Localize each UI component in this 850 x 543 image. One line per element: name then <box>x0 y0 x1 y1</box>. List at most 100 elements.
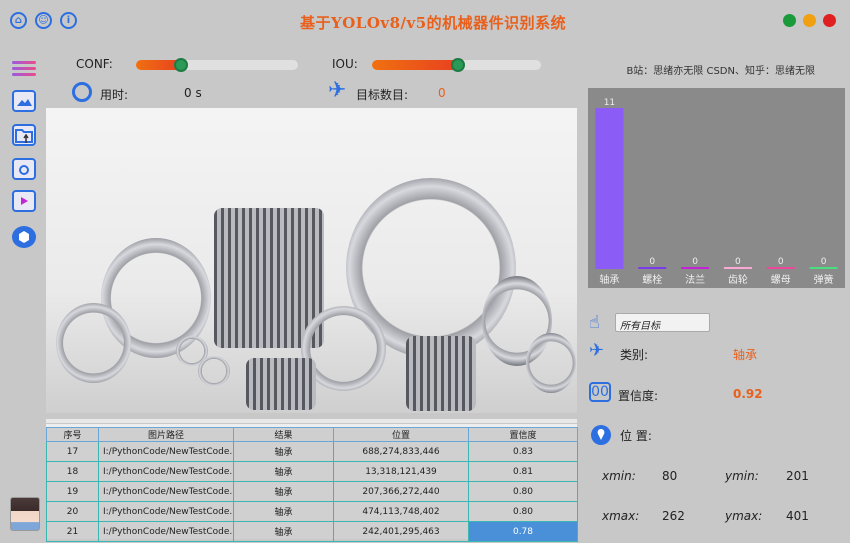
xmin-label: xmin: <box>602 469 636 483</box>
col-header[interactable]: 序号 <box>46 427 99 442</box>
table-row[interactable]: 17 I:/PythonCode/NewTestCode... 轴承 688,2… <box>46 441 578 462</box>
col-header[interactable]: 位置 <box>333 427 469 442</box>
chart-category-label-0: 轴承 <box>599 273 619 286</box>
xmax-label: xmax: <box>602 509 640 523</box>
minimize-button[interactable] <box>783 14 796 27</box>
chart-value-label-0: 11 <box>604 98 615 108</box>
cell-path: I:/PythonCode/NewTestCode... <box>98 501 234 522</box>
bearing-small-left <box>56 303 131 383</box>
cell-path: I:/PythonCode/NewTestCode... <box>98 441 234 462</box>
conf-slider[interactable] <box>136 58 298 72</box>
cell-position: 207,366,272,440 <box>333 481 469 502</box>
time-label: 用时: <box>100 88 129 102</box>
cell-conf: 0.80 <box>468 481 578 502</box>
class-count-chart: 11 轴承 0 螺栓 0 法兰 0 齿轮 0 螺母 0 弹簧 <box>588 88 845 288</box>
confidence-value: 0.92 <box>733 387 763 401</box>
iou-slider-handle[interactable] <box>451 58 465 72</box>
target-icon: ✈ <box>328 78 347 103</box>
ymin-label: ymin: <box>725 469 759 483</box>
iou-slider-fill <box>372 60 460 70</box>
model-icon[interactable] <box>12 226 36 248</box>
folder-icon[interactable] <box>12 124 36 146</box>
clock-icon <box>72 82 92 102</box>
cell-conf: 0.80 <box>468 501 578 522</box>
credit-text: B站：思绪亦无限 CSDN、知乎：思绪无限 <box>626 66 815 77</box>
menu-icon[interactable] <box>12 58 36 80</box>
app-title: 基于YOLOv8/v5的机械器件识别系统 <box>300 14 567 32</box>
airplane-icon: ✈ <box>589 340 605 361</box>
cell-position: 688,274,833,446 <box>333 441 469 462</box>
detection-image <box>46 108 577 413</box>
hand-pointer-icon: ☝ <box>589 312 600 333</box>
chart-category-label-1: 螺栓 <box>642 273 662 286</box>
user-icon[interactable]: ☺ <box>35 12 52 29</box>
chart-bar-2 <box>681 267 710 269</box>
results-table[interactable]: 序号 图片路径 结果 位置 置信度 17 I:/PythonCode/NewTe… <box>46 419 578 542</box>
home-icon[interactable]: ⌂ <box>10 12 27 29</box>
table-header-row: 序号 图片路径 结果 位置 置信度 <box>46 427 578 442</box>
bearing-cyl-mid <box>406 336 476 411</box>
cell-result: 轴承 <box>233 441 334 462</box>
camera-icon[interactable] <box>12 158 36 180</box>
bearing-tiny-2 <box>198 356 230 386</box>
col-header[interactable]: 置信度 <box>468 427 578 442</box>
cell-position: 13,318,121,439 <box>333 461 469 482</box>
cell-id: 18 <box>46 461 99 482</box>
location-icon <box>590 424 612 451</box>
cell-conf: 0.81 <box>468 461 578 482</box>
cell-result: 轴承 <box>233 481 334 502</box>
bearing-cyl-small <box>246 358 316 410</box>
cell-position: 242,401,295,463 <box>333 521 469 542</box>
table-row[interactable]: 18 I:/PythonCode/NewTestCode... 轴承 13,31… <box>46 461 578 482</box>
chart-value-label-2: 0 <box>692 257 698 267</box>
chart-value-label-5: 0 <box>821 257 827 267</box>
cell-conf: 0.83 <box>468 441 578 462</box>
class-value: 轴承 <box>733 348 758 362</box>
confidence-icon: 00 <box>589 382 611 402</box>
chart-value-label-4: 0 <box>778 257 784 267</box>
cell-result: 轴承 <box>233 501 334 522</box>
close-button[interactable] <box>823 14 836 27</box>
xmax-value: 262 <box>662 509 685 523</box>
cell-position: 474,113,748,402 <box>333 501 469 522</box>
cell-result: 轴承 <box>233 521 334 542</box>
table-scroll-bar[interactable] <box>46 419 577 423</box>
chart-value-label-3: 0 <box>735 257 741 267</box>
ymax-value: 401 <box>786 509 809 523</box>
cell-id: 19 <box>46 481 99 502</box>
results-grid: 序号 图片路径 结果 位置 置信度 17 I:/PythonCode/NewTe… <box>46 427 578 542</box>
chart-bar-3 <box>723 267 752 269</box>
image-icon[interactable] <box>12 90 36 112</box>
info-icon[interactable]: i <box>60 12 77 29</box>
chart-bar-5 <box>809 267 838 269</box>
chart-category-label-4: 螺母 <box>771 274 791 286</box>
table-row-selected[interactable]: 21 I:/PythonCode/NewTestCode... 轴承 242,4… <box>46 521 578 542</box>
maximize-button[interactable] <box>803 14 816 27</box>
count-value: 0 <box>438 86 446 100</box>
iou-slider[interactable] <box>372 58 541 72</box>
conf-slider-handle[interactable] <box>174 58 188 72</box>
chart-bar-1 <box>638 267 667 269</box>
chart-svg: 11 轴承 0 螺栓 0 法兰 0 齿轮 0 螺母 0 弹簧 <box>595 98 838 286</box>
cell-path: I:/PythonCode/NewTestCode... <box>98 521 234 542</box>
chart-category-label-5: 弹簧 <box>814 273 834 286</box>
bearing-right-small <box>526 333 576 393</box>
cell-path: I:/PythonCode/NewTestCode... <box>98 481 234 502</box>
target-filter-select[interactable]: 所有目标 <box>615 313 710 332</box>
cell-id: 21 <box>46 521 99 542</box>
cell-result: 轴承 <box>233 461 334 482</box>
header-icons: ⌂ ☺ i <box>10 12 77 29</box>
avatar[interactable] <box>10 497 40 531</box>
video-icon[interactable] <box>12 190 36 212</box>
cell-id: 20 <box>46 501 99 522</box>
window-controls <box>783 14 836 27</box>
col-header[interactable]: 图片路径 <box>98 427 234 442</box>
conf-label: CONF: <box>76 57 113 71</box>
class-label: 类别: <box>620 348 649 362</box>
chart-value-label-1: 0 <box>649 257 655 267</box>
table-row[interactable]: 19 I:/PythonCode/NewTestCode... 轴承 207,3… <box>46 481 578 502</box>
chart-bar-4 <box>766 267 795 269</box>
table-row[interactable]: 20 I:/PythonCode/NewTestCode... 轴承 474,1… <box>46 501 578 522</box>
chart-bar-0 <box>595 108 624 269</box>
col-header[interactable]: 结果 <box>233 427 334 442</box>
